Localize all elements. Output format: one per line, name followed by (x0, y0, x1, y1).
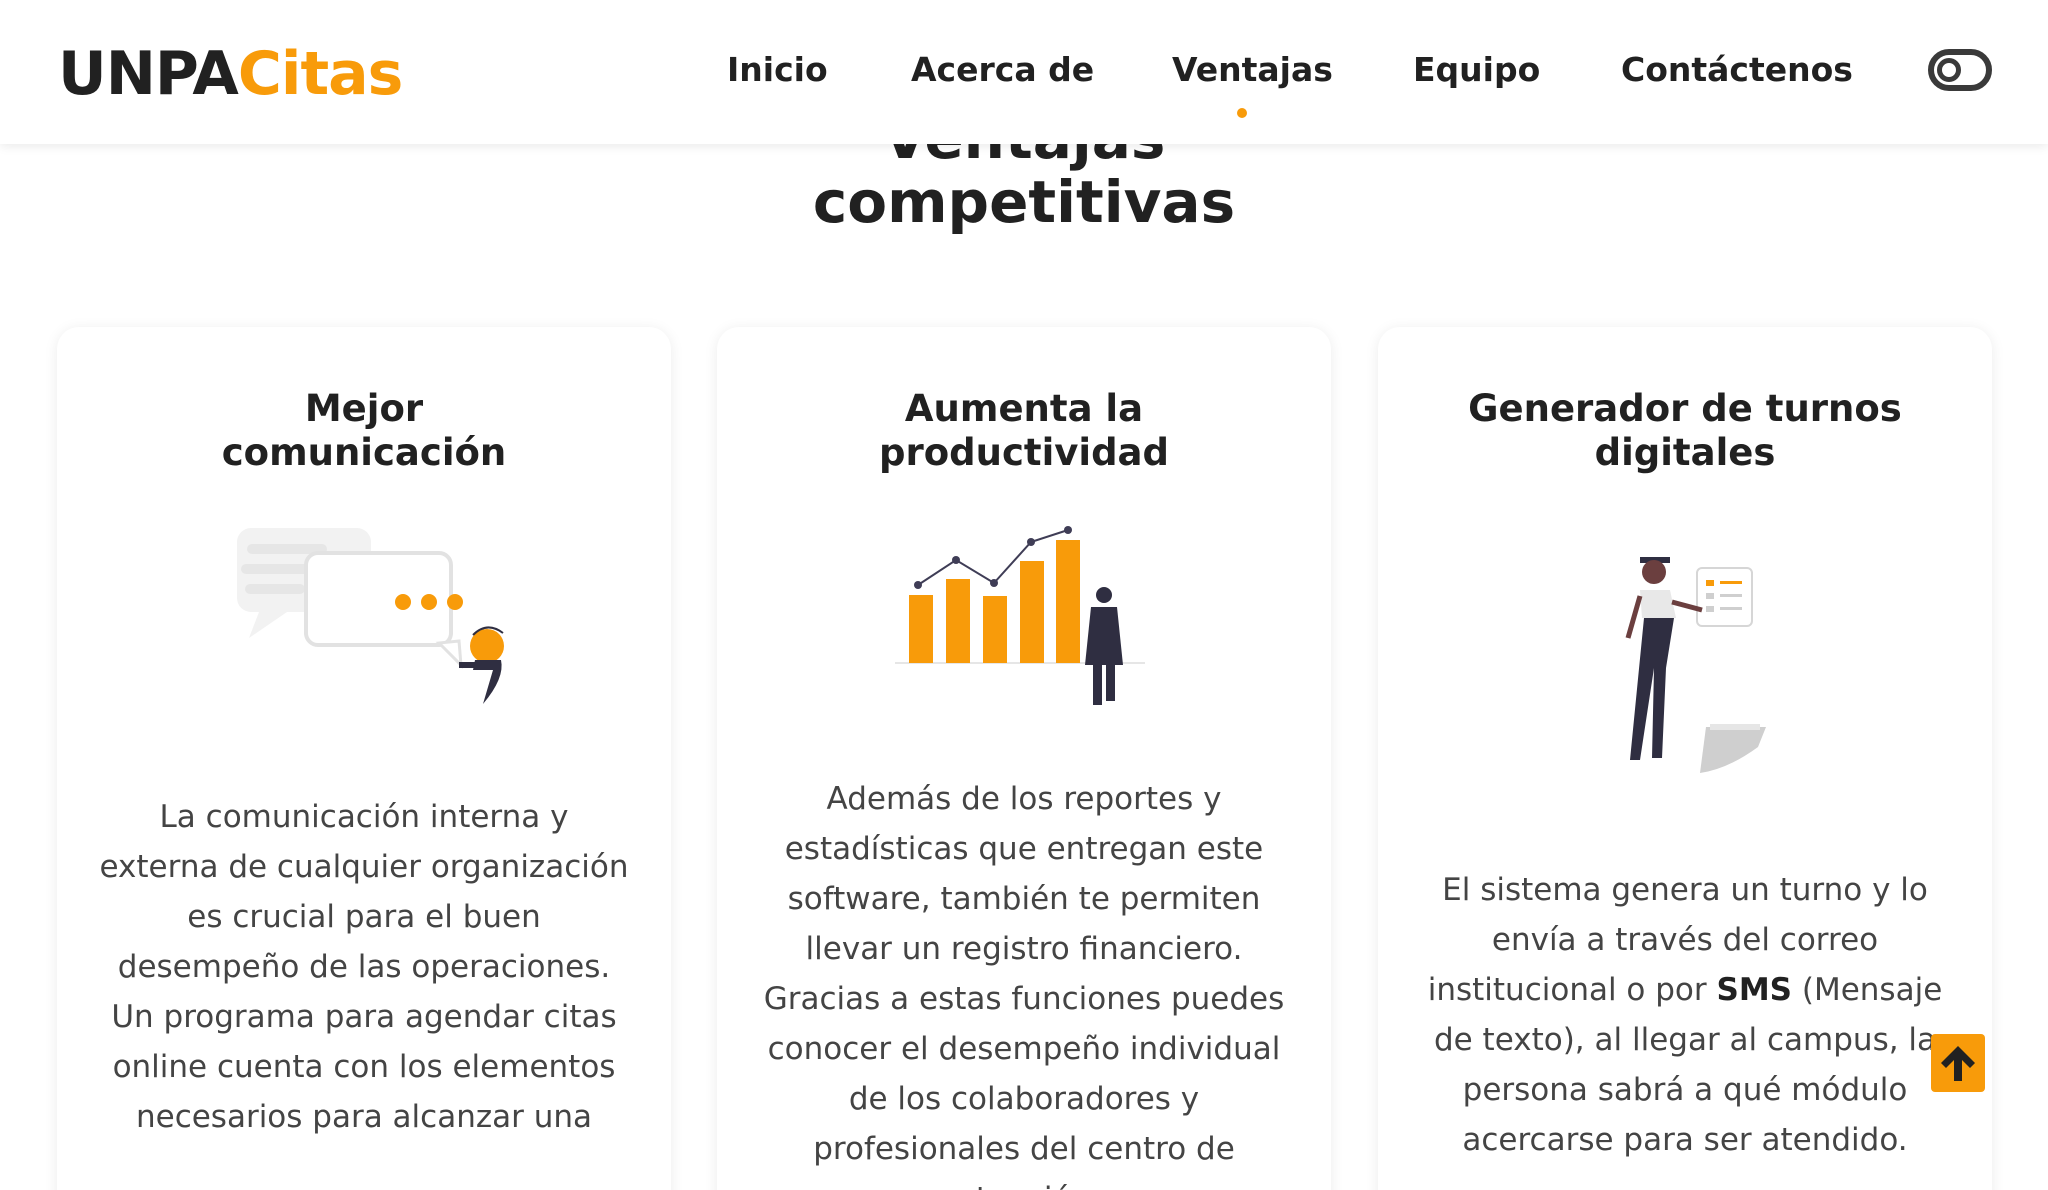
nav-item-acerca-de[interactable]: Acerca de (911, 50, 1094, 90)
feature-card-productividad: Aumenta la productividad Además de los r… (717, 327, 1331, 1190)
card-text: El sistema genera un turno y lo envía a … (1418, 865, 1952, 1165)
card-title: Aumenta la productividad (717, 387, 1331, 475)
card-title-line-2: comunicación (221, 431, 507, 474)
brand-part-1: UNPA (58, 39, 239, 109)
arrow-up-icon (1941, 1046, 1975, 1081)
card-text: La comunicación interna y externa de cua… (99, 799, 629, 1135)
section-title-line-2: competitivas (812, 168, 1236, 236)
site-header: UNPACitas Inicio Acerca de Ventajas Equi… (0, 0, 2048, 144)
card-title-line-1: Generador de turnos (1468, 387, 1902, 430)
chat-bubbles-illustration (237, 528, 504, 704)
scroll-to-top-button[interactable] (1931, 1034, 1985, 1092)
feature-card-comunicacion: Mejor comunicación La comunicación inter… (57, 327, 671, 1190)
brand-logo[interactable]: UNPACitas (58, 39, 403, 109)
feature-card-turnos: Generador de turnos digitales El sistema… (1378, 327, 1992, 1190)
nav-active-indicator (1237, 108, 1247, 118)
nav-item-equipo[interactable]: Equipo (1413, 50, 1540, 90)
checklist-person-illustration (1625, 557, 1766, 773)
card-title-line-1: Aumenta la (904, 387, 1144, 430)
card-title: Generador de turnos digitales (1378, 387, 1992, 475)
toggle-switch-icon[interactable] (1928, 49, 1992, 91)
brand-part-2: Citas (237, 39, 403, 109)
card-title-line-2: digitales (1594, 431, 1776, 474)
card-title: Mejor comunicación (57, 387, 671, 475)
card-text-sms: SMS (1716, 972, 1793, 1008)
card-text: Además de los reportes y estadísticas qu… (763, 781, 1285, 1190)
growth-chart-illustration (895, 526, 1145, 705)
card-title-line-2: productividad (878, 431, 1170, 474)
toggle-knob (1937, 58, 1961, 82)
nav-item-inicio[interactable]: Inicio (727, 50, 828, 90)
nav-item-ventajas[interactable]: Ventajas (1172, 50, 1333, 90)
card-title-line-1: Mejor (304, 387, 424, 430)
nav-item-contactenos[interactable]: Contáctenos (1621, 50, 1853, 90)
